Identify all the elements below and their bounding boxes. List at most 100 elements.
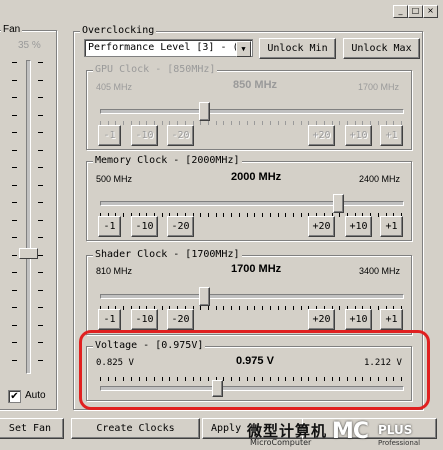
fan-tick-mark bbox=[12, 185, 17, 186]
tick-mark bbox=[231, 121, 232, 125]
tick-mark bbox=[285, 121, 286, 125]
gpu-clock-title: GPU Clock - [850MHz] bbox=[93, 64, 218, 75]
fan-tick-mark bbox=[38, 167, 43, 168]
fan-group-title: Fan bbox=[1, 24, 23, 35]
shader-clock-max: 3400 MHz bbox=[359, 266, 401, 276]
watermark-roman: MicroComputer bbox=[250, 438, 312, 447]
fan-tick-mark bbox=[12, 150, 17, 151]
fan-tick-mark bbox=[12, 290, 17, 291]
memory-plus-1-button[interactable]: +1 bbox=[380, 216, 403, 237]
tick-mark bbox=[216, 121, 217, 125]
gpu-clock-slider-track bbox=[100, 109, 404, 114]
tick-mark bbox=[247, 121, 248, 125]
gpu-minus-10-button: -10 bbox=[131, 125, 158, 146]
tick-mark bbox=[239, 306, 240, 310]
memory-minus-10-button[interactable]: -10 bbox=[131, 216, 158, 237]
memory-minus-20-button[interactable]: -20 bbox=[167, 216, 194, 237]
tick-mark bbox=[254, 121, 255, 125]
tick-mark bbox=[378, 306, 379, 310]
shader-minus-10-button[interactable]: -10 bbox=[131, 309, 158, 330]
tick-mark bbox=[223, 213, 224, 217]
tick-mark bbox=[270, 213, 271, 217]
tick-mark bbox=[247, 306, 248, 310]
gpu-minus-20-button: -20 bbox=[167, 125, 194, 146]
fan-slider-track[interactable] bbox=[26, 60, 31, 374]
tick-mark bbox=[200, 121, 201, 125]
tick-mark bbox=[301, 306, 302, 310]
shader-plus-1-button[interactable]: +1 bbox=[380, 309, 403, 330]
tick-mark bbox=[123, 121, 124, 125]
tick-mark bbox=[278, 213, 279, 217]
create-clocks-button[interactable]: Create Clocks bbox=[71, 418, 200, 439]
gpu-plus-1-button: +1 bbox=[380, 125, 403, 146]
tick-mark bbox=[231, 213, 232, 217]
fan-tick-mark bbox=[12, 132, 17, 133]
fan-tick-mark bbox=[12, 360, 17, 361]
fan-tick-mark bbox=[38, 255, 43, 256]
voltage-highlight-box bbox=[79, 330, 430, 410]
fan-tick-mark bbox=[38, 202, 43, 203]
performance-level-value: Performance Level [3] - ( bbox=[88, 42, 239, 53]
shader-clock-slider-thumb[interactable] bbox=[199, 287, 210, 306]
memory-clock-current: 2000 MHz bbox=[231, 171, 282, 183]
fan-tick-mark bbox=[38, 272, 43, 273]
gpu-plus-10-button: +10 bbox=[345, 125, 372, 146]
shader-minus-20-button[interactable]: -20 bbox=[167, 309, 194, 330]
tick-mark bbox=[262, 121, 263, 125]
maximize-button[interactable]: □ bbox=[408, 5, 423, 18]
tick-mark bbox=[216, 213, 217, 217]
memory-plus-20-button[interactable]: +20 bbox=[308, 216, 335, 237]
memory-plus-10-button[interactable]: +10 bbox=[345, 216, 372, 237]
tick-mark bbox=[239, 121, 240, 125]
fan-tick-mark bbox=[12, 325, 17, 326]
fan-tick-mark bbox=[38, 62, 43, 63]
fan-tick-mark bbox=[38, 325, 43, 326]
gpu-minus-1-button: -1 bbox=[98, 125, 121, 146]
tick-mark bbox=[208, 306, 209, 310]
fan-tick-mark bbox=[12, 62, 17, 63]
fan-auto-checkbox[interactable]: ✔ bbox=[8, 390, 21, 403]
fan-tick-mark bbox=[38, 342, 43, 343]
shader-clock-slider-track[interactable] bbox=[100, 294, 404, 299]
fan-tick-mark bbox=[12, 115, 17, 116]
fan-tick-mark bbox=[38, 150, 43, 151]
shader-plus-10-button[interactable]: +10 bbox=[345, 309, 372, 330]
fan-tick-mark bbox=[38, 237, 43, 238]
tick-mark bbox=[270, 121, 271, 125]
tick-mark bbox=[239, 213, 240, 217]
set-fan-button[interactable]: Set Fan bbox=[0, 418, 64, 439]
memory-clock-slider-track[interactable] bbox=[100, 201, 404, 206]
fan-tick-mark bbox=[38, 132, 43, 133]
minimize-button[interactable]: _ bbox=[393, 5, 408, 18]
fan-tick-mark bbox=[12, 342, 17, 343]
memory-clock-slider-thumb[interactable] bbox=[333, 194, 344, 213]
tick-mark bbox=[301, 213, 302, 217]
fan-tick-mark bbox=[38, 307, 43, 308]
memory-clock-min: 500 MHz bbox=[96, 174, 133, 184]
gpu-plus-20-button: +20 bbox=[308, 125, 335, 146]
fan-tick-mark bbox=[38, 360, 43, 361]
fan-tick-mark bbox=[12, 255, 17, 256]
tick-mark bbox=[301, 121, 302, 125]
close-button[interactable]: × bbox=[423, 5, 438, 18]
tick-mark bbox=[278, 121, 279, 125]
fan-tick-mark bbox=[12, 80, 17, 81]
tick-mark bbox=[223, 121, 224, 125]
memory-minus-1-button[interactable]: -1 bbox=[98, 216, 121, 237]
chevron-down-icon[interactable]: ▼ bbox=[236, 41, 251, 57]
unlock-min-button[interactable]: Unlock Min bbox=[259, 38, 336, 59]
performance-level-select[interactable]: Performance Level [3] - ( ▼ bbox=[84, 39, 253, 57]
tick-mark bbox=[293, 306, 294, 310]
unlock-max-button[interactable]: Unlock Max bbox=[343, 38, 420, 59]
tick-mark bbox=[339, 121, 340, 125]
shader-minus-1-button[interactable]: -1 bbox=[98, 309, 121, 330]
tick-mark bbox=[216, 306, 217, 310]
watermark-logo: MC bbox=[332, 419, 369, 444]
tick-mark bbox=[278, 306, 279, 310]
shader-plus-20-button[interactable]: +20 bbox=[308, 309, 335, 330]
fan-tick-mark bbox=[12, 202, 17, 203]
fan-slider-thumb[interactable] bbox=[19, 248, 38, 259]
tick-mark bbox=[162, 306, 163, 310]
tick-mark bbox=[200, 213, 201, 217]
fan-tick-mark bbox=[38, 185, 43, 186]
